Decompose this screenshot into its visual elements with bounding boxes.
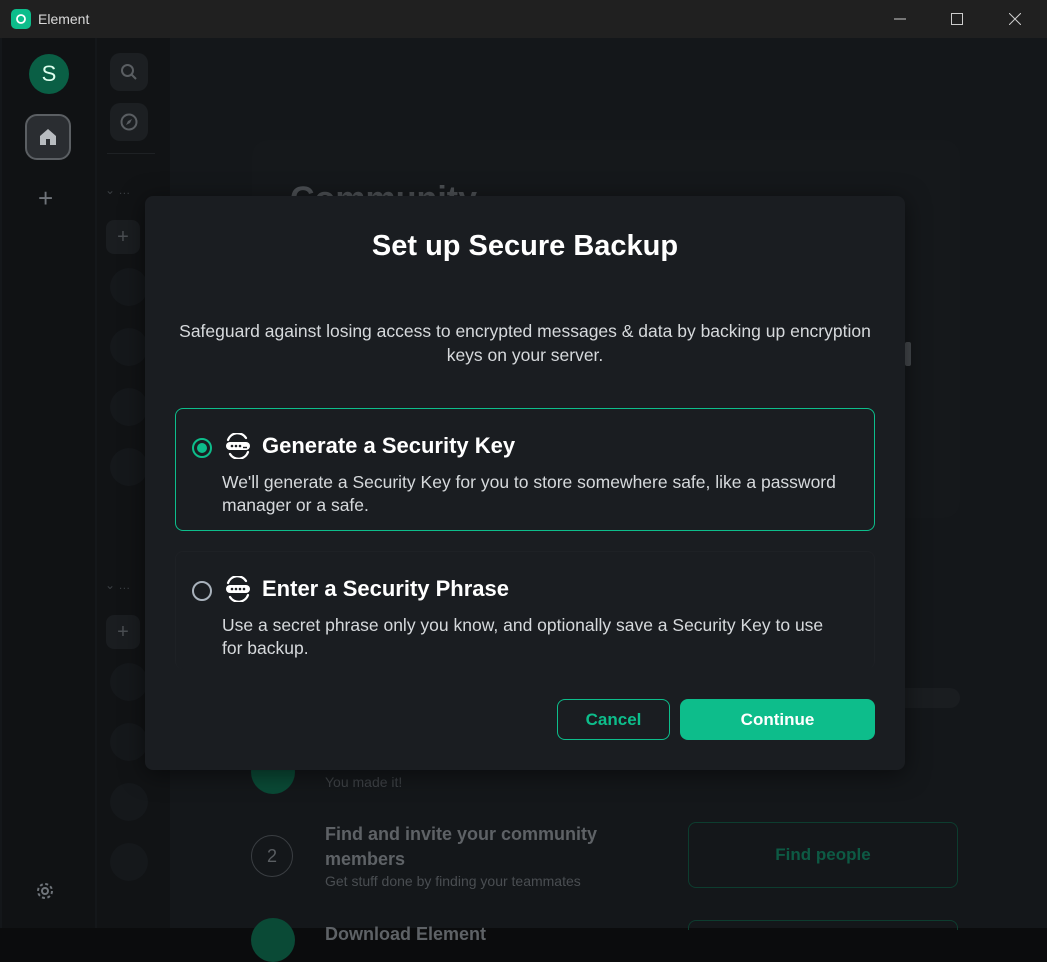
compass-icon <box>120 113 138 131</box>
step-title: Find and invite your community members <box>325 824 598 869</box>
dialog-description: Safeguard against losing access to encry… <box>179 321 871 365</box>
step-description: Get stuff done by finding your teammates <box>325 873 581 889</box>
option-title: Generate a Security Key <box>262 433 516 458</box>
find-people-button[interactable]: Find people <box>688 822 958 888</box>
option-enter-security-phrase[interactable]: Enter a Security Phrase Use a secret phr… <box>175 551 875 669</box>
section-header[interactable]: ⌄ … <box>105 578 130 592</box>
room-item[interactable] <box>110 388 148 426</box>
close-window-button[interactable] <box>992 0 1038 38</box>
quick-settings-gear-icon[interactable] <box>36 882 54 905</box>
create-space-button[interactable]: + <box>38 185 53 211</box>
option-generate-security-key[interactable]: Generate a Security Key We'll generate a… <box>175 408 875 531</box>
download-button[interactable] <box>688 920 958 930</box>
room-item[interactable] <box>110 328 148 366</box>
radio-selected[interactable] <box>192 438 212 458</box>
section-header[interactable]: ⌄ … <box>105 183 130 197</box>
step-complete-check-icon <box>251 918 295 962</box>
divider <box>107 153 155 154</box>
continue-button[interactable]: Continue <box>680 699 875 740</box>
space-panel: S + <box>2 38 95 928</box>
step-subtitle: You made it! <box>325 774 403 790</box>
security-key-icon <box>224 432 252 464</box>
minimize-button[interactable] <box>877 0 923 38</box>
radio-unselected[interactable] <box>192 581 212 601</box>
add-room-button[interactable]: + <box>106 220 140 254</box>
user-avatar[interactable]: S <box>29 54 69 94</box>
search-icon <box>121 64 137 80</box>
room-item[interactable] <box>110 448 148 486</box>
step-title: Download Element <box>325 924 487 944</box>
option-title: Enter a Security Phrase <box>262 576 510 601</box>
explore-rooms-button[interactable] <box>110 103 148 141</box>
element-logo-icon <box>11 9 31 29</box>
maximize-button[interactable] <box>934 0 980 38</box>
scrollbar[interactable] <box>905 342 911 366</box>
cancel-button[interactable]: Cancel <box>557 699 670 740</box>
secure-backup-dialog: Set up Secure Backup Safeguard against l… <box>145 196 905 770</box>
step-number: 2 <box>251 835 293 877</box>
room-item[interactable] <box>110 843 148 881</box>
home-icon <box>40 129 56 145</box>
dialog-title: Set up Secure Backup <box>371 230 679 262</box>
room-item[interactable] <box>110 268 148 306</box>
home-button[interactable] <box>25 114 71 160</box>
option-description: Use a secret phrase only you know, and o… <box>222 615 824 658</box>
window-titlebar: Element <box>0 0 1047 38</box>
window-title: Element <box>38 11 90 27</box>
room-item[interactable] <box>110 783 148 821</box>
search-button[interactable] <box>110 53 148 91</box>
option-description: We'll generate a Security Key for you to… <box>222 472 836 515</box>
room-item[interactable] <box>110 723 148 761</box>
add-room-button[interactable]: + <box>106 615 140 649</box>
security-phrase-icon <box>224 575 252 607</box>
room-item[interactable] <box>110 663 148 701</box>
